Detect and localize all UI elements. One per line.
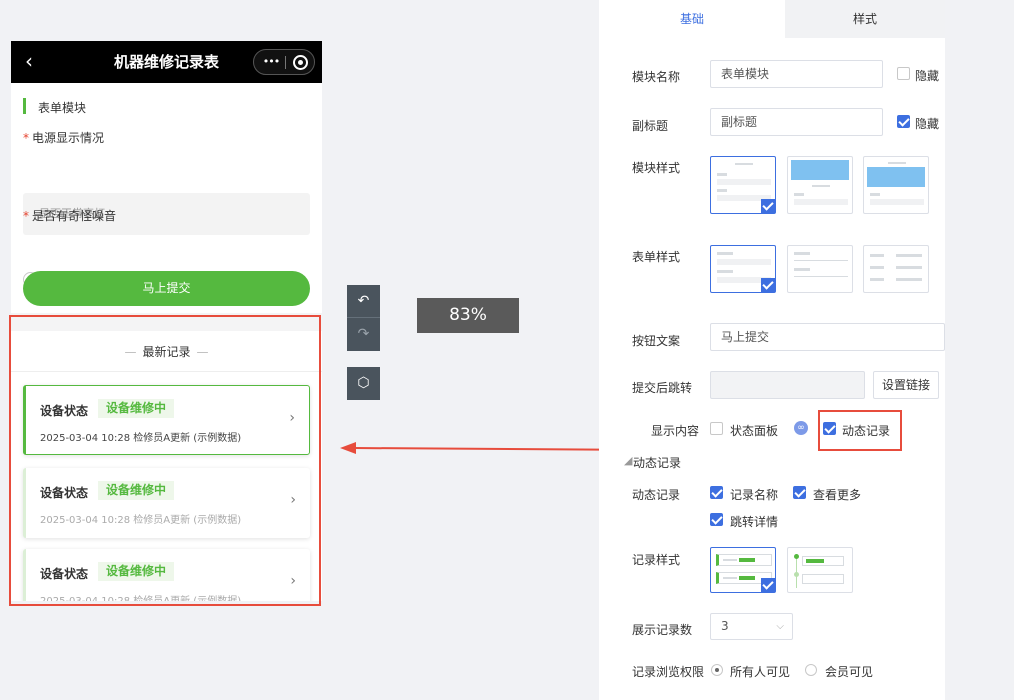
show-count-label: 展示记录数 [632, 623, 693, 637]
phone-header: 机器维修记录表 ‹ ••• [11, 41, 322, 83]
permission-member-label: 会员可见 [825, 665, 874, 679]
status-panel-label: 状态面板 [730, 424, 779, 438]
section-title: 动态记录 [633, 456, 682, 470]
question-label: 是否有奇怪噪音 [32, 209, 117, 223]
tab-style[interactable]: 样式 [785, 0, 945, 38]
history-toolbar: ↶ ↷ [347, 285, 380, 351]
undo-icon[interactable]: ↶ [347, 285, 380, 317]
hide-subtitle-checkbox[interactable] [897, 115, 910, 128]
record-style-option-1[interactable] [710, 547, 776, 593]
question-label: 电源显示情况 [32, 131, 105, 145]
check-icon [761, 199, 775, 213]
dynamic-options-label: 动态记录 [632, 488, 681, 502]
required-mark: * [23, 131, 29, 145]
required-mark: * [23, 209, 29, 223]
settings-tool: ⬡ [347, 367, 380, 400]
close-target-icon[interactable] [293, 55, 308, 70]
annotation-box-records [9, 315, 321, 606]
hide-label: 隐藏 [915, 69, 940, 83]
form-style-option-1[interactable] [710, 245, 776, 293]
module-style-option-2[interactable] [787, 156, 853, 214]
submit-button[interactable]: 马上提交 [23, 271, 310, 306]
form-style-option-2[interactable] [787, 245, 853, 293]
record-style-label: 记录样式 [632, 553, 681, 567]
form-style-label: 表单样式 [632, 250, 681, 264]
miniprogram-capsule[interactable]: ••• [253, 49, 315, 75]
set-link-button[interactable]: 设置链接 [873, 371, 939, 399]
permission-label: 记录浏览权限 [632, 665, 705, 679]
jump-detail-checkbox[interactable] [710, 513, 723, 526]
module-name-input[interactable]: 表单模块 [710, 60, 883, 88]
subtitle-input[interactable]: 副标题 [710, 108, 883, 136]
zoom-indicator: 83% [417, 298, 519, 333]
more-icon[interactable]: ••• [260, 50, 282, 74]
module-style-option-1[interactable] [710, 156, 776, 214]
check-icon [761, 278, 775, 292]
hide-label: 隐藏 [915, 117, 940, 131]
redo-icon[interactable]: ↷ [347, 318, 380, 350]
module-title-bar [23, 98, 26, 114]
check-icon [761, 578, 775, 592]
capsule-divider [285, 56, 286, 69]
after-submit-link-input[interactable] [710, 371, 865, 399]
link-icon[interactable]: ∞ [794, 421, 808, 435]
after-submit-label: 提交后跳转 [632, 381, 693, 395]
permission-all-label: 所有人可见 [730, 665, 791, 679]
collapse-caret-icon[interactable]: ◢ [624, 454, 632, 467]
module-name-label: 模块名称 [632, 70, 681, 84]
question-noise: * 是否有奇怪噪音 [23, 207, 116, 224]
subtitle-label: 副标题 [632, 119, 669, 133]
tab-basic[interactable]: 基础 [599, 0, 785, 38]
question-power: * 电源显示情况 [23, 129, 104, 146]
permission-member-radio[interactable] [805, 664, 817, 676]
record-name-label: 记录名称 [730, 488, 779, 502]
record-name-checkbox[interactable] [710, 486, 723, 499]
settings-icon[interactable]: ⬡ [347, 367, 380, 399]
form-style-option-3[interactable] [863, 245, 929, 293]
hide-module-name-checkbox[interactable] [897, 67, 910, 80]
view-more-checkbox[interactable] [793, 486, 806, 499]
button-text-label: 按钮文案 [632, 334, 681, 348]
chevron-down-icon: ⌵ [776, 621, 784, 632]
permission-all-radio[interactable] [711, 664, 723, 676]
display-content-label: 显示内容 [651, 424, 700, 438]
jump-detail-label: 跳转详情 [730, 515, 779, 529]
module-title: 表单模块 [38, 101, 87, 115]
status-panel-checkbox[interactable] [710, 422, 723, 435]
module-style-option-3[interactable] [863, 156, 929, 214]
button-text-input[interactable]: 马上提交 [710, 323, 945, 351]
back-icon[interactable]: ‹ [17, 49, 41, 73]
annotation-box-dynamic [818, 410, 902, 451]
module-style-label: 模块样式 [632, 161, 681, 175]
record-style-option-2[interactable] [787, 547, 853, 593]
show-count-select[interactable]: 3 ⌵ [710, 613, 793, 640]
view-more-label: 查看更多 [813, 488, 862, 502]
show-count-value: 3 [721, 619, 729, 633]
